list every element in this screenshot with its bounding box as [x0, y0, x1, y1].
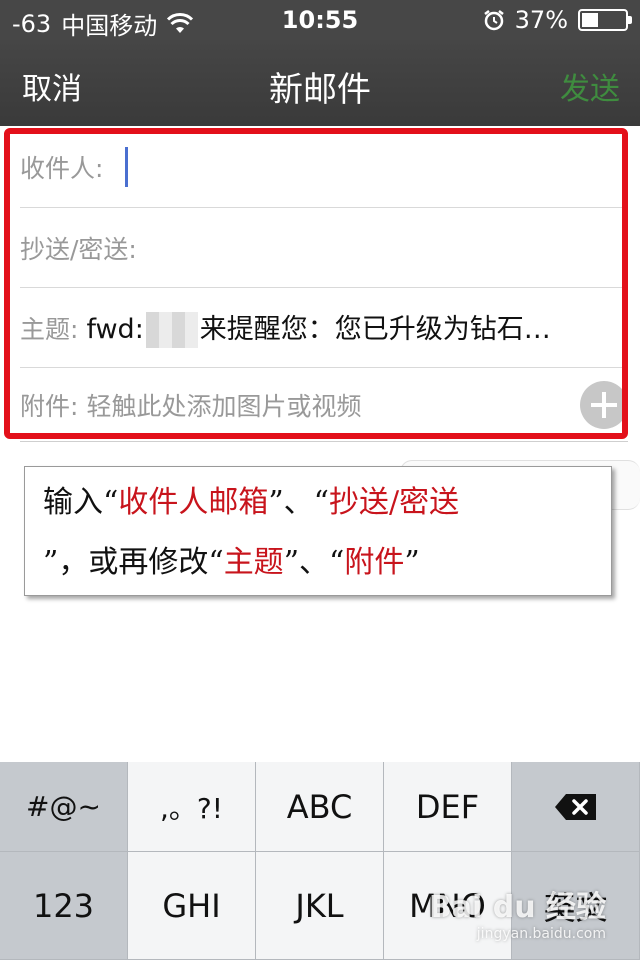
keyboard: #@~ ,。?! ABC DEF 123 GHI JKL MNO 英文 Bai … [0, 762, 640, 960]
key-jkl[interactable]: JKL [256, 852, 384, 960]
callout-text: ”、“ [283, 545, 345, 580]
status-bar: -63 中国移动 10:55 37% [0, 0, 640, 40]
callout-highlight: 收件人邮箱 [118, 485, 269, 520]
battery-percent: 37% [514, 6, 568, 34]
cc-input[interactable] [150, 232, 628, 263]
alarm-icon [483, 10, 504, 31]
status-right: 37% [483, 6, 632, 34]
subject-row[interactable]: 主题: fwd: 来提醒您：您已升级为钻石… [20, 288, 628, 368]
callout-highlight: 抄送/密送 [329, 485, 460, 520]
instruction-callout: 输入“收件人邮箱”、“抄送/密送 ”，或再修改“主题”、“附件” [24, 466, 612, 596]
callout-text: 输入“ [43, 485, 119, 520]
page-title: 新邮件 [269, 70, 371, 110]
attachment-row[interactable]: 附件: 轻触此处添加图片或视频 [20, 368, 628, 442]
to-label: 收件人: [20, 153, 104, 183]
subject-input[interactable]: fwd: 来提醒您：您已升级为钻石… [86, 307, 628, 349]
send-button[interactable]: 发送 [560, 64, 620, 108]
subject-prefix: fwd: [86, 313, 144, 345]
cc-label: 抄送/密送: [20, 234, 137, 264]
nav-bar: 取消 新邮件 发送 [0, 40, 640, 126]
backspace-key[interactable] [512, 762, 640, 852]
redacted-block [145, 312, 198, 349]
callout-text: ” [404, 545, 420, 580]
callout-text: ”，或再修改“ [43, 545, 224, 580]
callout-highlight: 附件 [344, 545, 405, 580]
to-row[interactable]: 收件人: [20, 126, 628, 208]
callout-text: ”、“ [268, 485, 330, 520]
battery-fill [582, 13, 598, 27]
key-symbols[interactable]: #@~ [0, 762, 128, 852]
compose-form: 收件人: 抄送/密送: 主题: fwd: 来提醒您：您已升级为钻石… 附件: 轻触… [0, 126, 640, 442]
plus-circle-icon[interactable] [580, 381, 628, 429]
key-abc[interactable]: ABC [256, 762, 384, 852]
backspace-icon [554, 793, 596, 820]
key-def[interactable]: DEF [384, 762, 512, 852]
key-english[interactable]: 英文 [512, 852, 640, 960]
attach-label: 附件: [20, 391, 79, 421]
text-caret [125, 146, 129, 187]
battery-icon [578, 9, 632, 31]
callout-highlight: 主题 [223, 545, 284, 580]
subject-label: 主题: [20, 314, 79, 344]
attach-hint[interactable]: 轻触此处添加图片或视频 [86, 387, 628, 423]
key-mno[interactable]: MNO [384, 852, 512, 960]
cancel-button[interactable]: 取消 [22, 64, 82, 108]
cc-row[interactable]: 抄送/密送: [20, 208, 628, 288]
to-input[interactable] [142, 151, 628, 182]
key-punctuation[interactable]: ,。?! [128, 762, 256, 852]
key-ghi[interactable]: GHI [128, 852, 256, 960]
key-123[interactable]: 123 [0, 852, 128, 960]
subject-rest: 来提醒您：您已升级为钻石… [199, 313, 551, 345]
